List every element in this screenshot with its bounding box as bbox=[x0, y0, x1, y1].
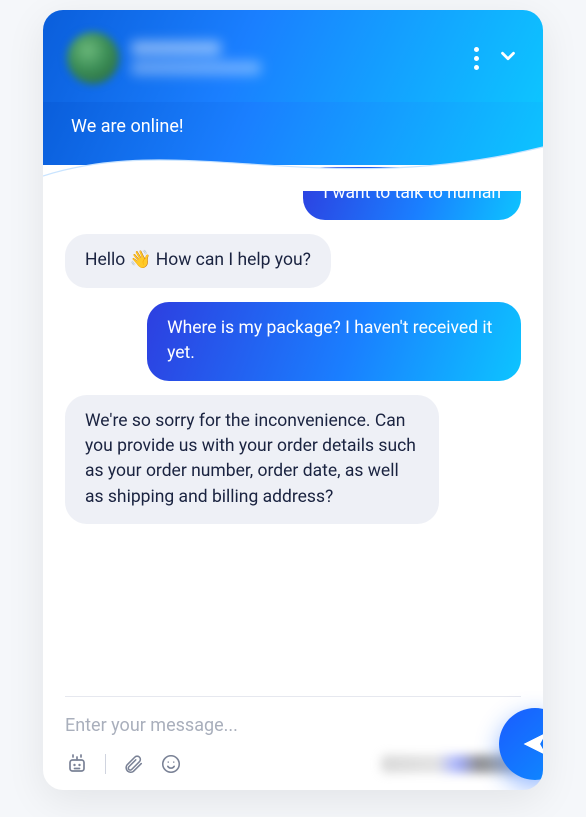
chat-header bbox=[43, 10, 543, 102]
smiley-icon bbox=[160, 753, 182, 775]
chevron-down-icon bbox=[497, 45, 519, 67]
composer bbox=[43, 697, 543, 790]
message-agent: Hello 👋 How can I help you? bbox=[65, 234, 331, 287]
agent-name-block bbox=[131, 41, 261, 75]
branding bbox=[381, 755, 521, 773]
messages-container: I want to talk to human Hello 👋 How can … bbox=[43, 165, 543, 690]
emoji-button[interactable] bbox=[160, 753, 182, 775]
more-options-icon[interactable] bbox=[474, 47, 479, 70]
paperclip-icon bbox=[122, 753, 144, 775]
bot-button[interactable] bbox=[65, 752, 89, 776]
attachment-button[interactable] bbox=[122, 753, 144, 775]
header-controls bbox=[474, 45, 519, 71]
message-agent: We're so sorry for the inconvenience. Ca… bbox=[65, 395, 439, 525]
minimize-button[interactable] bbox=[497, 45, 519, 71]
send-icon bbox=[520, 729, 543, 759]
message-input[interactable] bbox=[65, 715, 521, 736]
agent-info bbox=[67, 32, 261, 84]
message-user: Where is my package? I haven't received … bbox=[147, 302, 521, 381]
chat-widget: We are online! I want to talk to human H… bbox=[43, 10, 543, 790]
agent-avatar bbox=[67, 32, 119, 84]
toolbar-divider bbox=[105, 754, 106, 774]
composer-toolbar bbox=[65, 752, 521, 776]
status-text: We are online! bbox=[71, 116, 184, 137]
bot-icon bbox=[65, 752, 89, 776]
